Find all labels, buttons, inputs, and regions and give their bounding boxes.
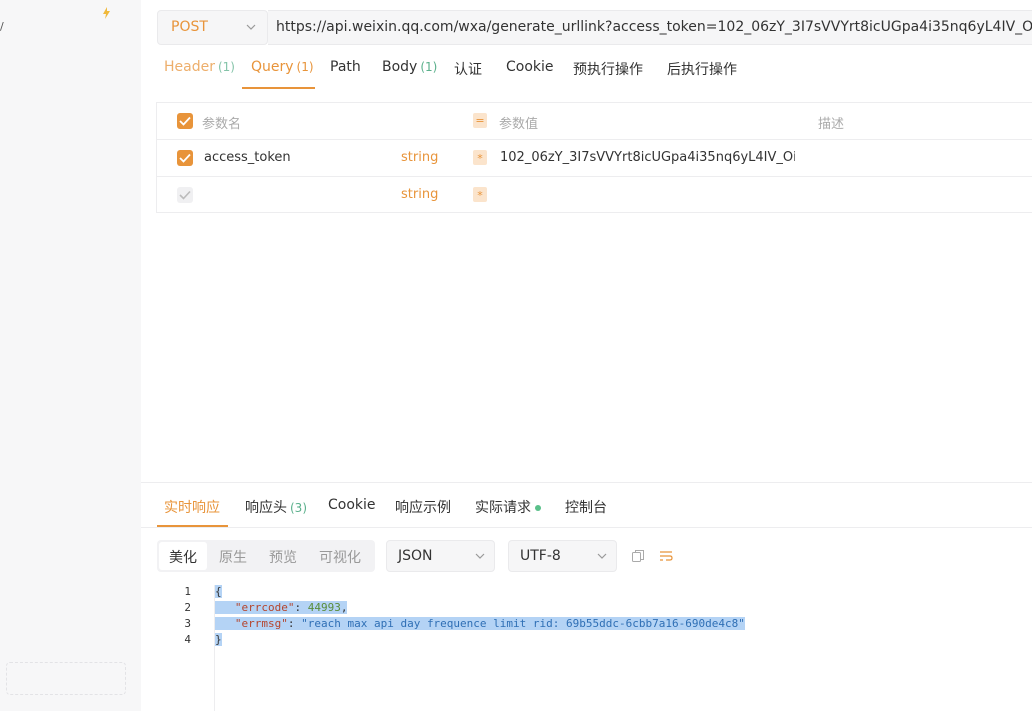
tab-live-response[interactable]: 实时响应: [164, 497, 220, 517]
select-all-checkbox[interactable]: [177, 113, 193, 129]
params-header-row: 参数名 = 参数值 描述: [157, 103, 1032, 140]
view-visualize[interactable]: 可视化: [319, 547, 361, 567]
response-body-viewer[interactable]: 1 { 2 "errcode": 44993, 3 "errmsg": "rea…: [141, 585, 1032, 711]
param-value[interactable]: 102_06zY_3I7sVVYrt8icUGpa4i35nq6yL4IV_Oi…: [500, 150, 795, 165]
column-header-name: 参数名: [202, 117, 242, 132]
tab-response-cookie[interactable]: Cookie: [328, 497, 376, 513]
tab-pre-script[interactable]: 预执行操作: [573, 59, 643, 79]
tab-path[interactable]: Path: [330, 59, 361, 75]
encoding-label: UTF-8: [520, 548, 561, 564]
sidebar: /: [0, 0, 141, 711]
url-text: https://api.weixin.qq.com/wxa/generate_u…: [276, 19, 1032, 35]
tab-actual-request[interactable]: 实际请求: [475, 497, 541, 517]
sidebar-dropzone[interactable]: [6, 662, 126, 695]
format-label: JSON: [398, 548, 433, 564]
view-pretty[interactable]: 美化: [169, 547, 197, 567]
method-select[interactable]: POST: [157, 10, 268, 45]
chevron-down-icon: [475, 553, 485, 559]
row-enable-checkbox[interactable]: [177, 187, 193, 203]
table-row: string *: [157, 177, 1032, 214]
required-marker[interactable]: *: [473, 150, 487, 165]
param-type[interactable]: string: [401, 187, 438, 202]
encoding-select[interactable]: UTF-8: [508, 540, 617, 572]
tab-response-example[interactable]: 响应示例: [395, 497, 451, 517]
params-table: 参数名 = 参数值 描述 access_token string * 102_0…: [156, 102, 1032, 213]
format-select[interactable]: JSON: [386, 540, 495, 572]
column-header-value: 参数值: [499, 117, 539, 132]
view-raw[interactable]: 原生: [219, 547, 247, 567]
required-marker[interactable]: *: [473, 187, 487, 202]
tab-console[interactable]: 控制台: [565, 497, 607, 517]
copy-icon[interactable]: [631, 549, 645, 563]
code-line: "errmsg": "reach max api day frequence l…: [215, 617, 745, 630]
line-number: 1: [184, 585, 191, 598]
line-number: 2: [184, 601, 191, 614]
status-dot: [535, 505, 541, 511]
param-name[interactable]: access_token: [204, 150, 291, 165]
panel-divider[interactable]: [141, 482, 1032, 483]
lightning-icon: [103, 7, 110, 19]
row-enable-checkbox[interactable]: [177, 150, 193, 166]
code-line: "errcode": 44993,: [215, 601, 348, 614]
check-icon: [179, 153, 191, 163]
tab-active-underline: [242, 87, 315, 89]
column-header-desc: 描述: [818, 117, 845, 132]
code-line: }: [215, 633, 222, 646]
line-number: 3: [184, 617, 191, 630]
equals-icon: =: [473, 113, 487, 128]
tab-response-headers[interactable]: 响应头 (3): [245, 497, 307, 517]
chevron-down-icon: [246, 24, 256, 30]
param-type[interactable]: string: [401, 150, 438, 165]
code-line: {: [215, 585, 222, 598]
divider: [141, 527, 1032, 528]
method-label: POST: [171, 19, 208, 35]
tab-cookie[interactable]: Cookie: [506, 59, 554, 75]
view-mode-switch: 美化 原生 预览 可视化: [157, 540, 375, 572]
tab-body[interactable]: Body (1): [382, 59, 437, 75]
tab-header[interactable]: Header (1): [164, 59, 235, 75]
tab-post-script[interactable]: 后执行操作: [667, 59, 737, 79]
chevron-down-icon: [597, 553, 607, 559]
view-preview[interactable]: 预览: [269, 547, 297, 567]
check-icon: [179, 116, 191, 126]
check-icon: [179, 190, 191, 200]
line-number: 4: [184, 633, 191, 646]
table-row: access_token string * 102_06zY_3I7sVVYrt…: [157, 140, 1032, 177]
url-input[interactable]: https://api.weixin.qq.com/wxa/generate_u…: [268, 10, 1032, 45]
sidebar-text-fragment: /: [0, 20, 4, 33]
tab-query[interactable]: Query (1): [251, 59, 314, 75]
wrap-lines-icon[interactable]: [659, 549, 673, 563]
tab-auth[interactable]: 认证: [454, 59, 482, 79]
